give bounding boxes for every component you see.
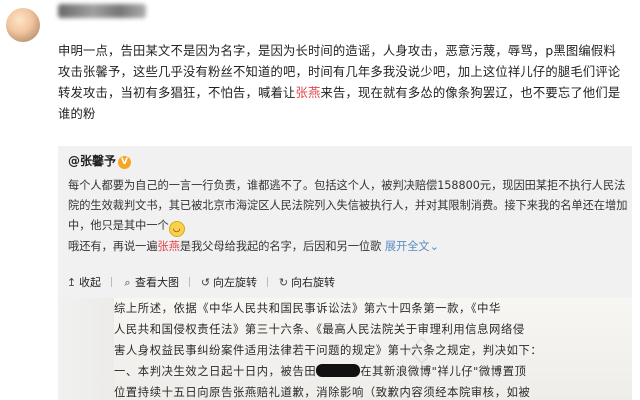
document-line-part: 在其新浪微博"祥儿仔"微博置顶 [360,365,527,378]
document-line: 综上所述，依据《中华人民共和国民事诉讼法》第六十四条第一款，《中华 [114,302,501,315]
smile-emoji-icon: ◡ [168,221,185,237]
quoted-post: @张馨予 V 每个人都要为自己的一言一行负责，谁都逃不了。包括这个人，被判决赔偿1… [58,146,632,400]
collapse-label: 收起 [79,276,101,289]
collapse-button[interactable]: ↥ 收起 [66,274,101,290]
quoted-body-text-3: 是我父母给我起的名字，后因和另一位歌 [179,240,382,253]
toolbar-divider [189,277,190,287]
rotate-right-button[interactable]: ↻ 向右旋转 [278,274,335,290]
quoted-body-text: 每个人都要为自己的一言一行负责，谁都逃不了。包括这个人，被判决赔偿158800元… [68,179,628,232]
quoted-body-text-2: 哦还有，再说一遍 [68,240,158,253]
quoted-header: @张馨予 V [68,152,132,169]
view-original-label: 查看大图 [135,276,179,289]
court-document-image[interactable]: ◇ 综上所述，依据《中华人民共和国民事诉讼法》第六十四条第一款，《中华 人民共和… [58,298,632,400]
document-line-part: 一、本判决生效之日起十日内，被告田 [114,365,317,378]
post-header [0,0,640,42]
document-line: 位置持续十五日向原告张燕赔礼道歉，消除影响（致歉内容须经本院审核，如被 [114,386,531,399]
username-blurred[interactable] [58,4,146,18]
document-line: 人民共和国侵权责任法》第三十六条、《最高人民法院关于审理利用信息网络侵 [114,323,525,336]
post-text: 申明一点，告田某文不是因为名字，是因为长时间的造谣，人身攻击，恶意污蔑，辱骂，p… [58,41,628,125]
verified-badge-icon: V [118,156,132,169]
toolbar-divider [111,277,112,287]
rotate-right-icon: ↻ [278,276,289,289]
document-line: 害人身权益民事纠纷案件适用法律若干问题的规定》第十六条之规定，判决如下： [114,344,543,357]
toolbar-divider [267,277,268,287]
rotate-left-icon: ↺ [200,276,211,289]
expand-label: 展开全文 [384,240,430,253]
document-text: 综上所述，依据《中华人民共和国民事诉讼法》第六十四条第一款，《中华 人民共和国侵… [114,298,622,400]
rotate-left-button[interactable]: ↺ 向左旋转 [200,274,257,290]
chevron-down-icon: ⌄ [429,240,439,253]
document-line: 一、本判决生效之日起十日内，被告田 在其新浪微博"祥儿仔"微博置顶 [114,361,622,382]
image-toolbar: ↥ 收起 ⌕ 查看大图 ↺ 向左旋转 ↻ 向右旋转 [66,274,345,292]
view-original-button[interactable]: ⌕ 查看大图 [122,274,179,290]
magnify-icon: ⌕ [124,276,131,289]
quoted-body-highlight: 张燕 [157,240,180,253]
document-margin [58,298,114,400]
rotate-left-label: 向左旋转 [213,276,257,289]
quoted-body: 每个人都要为自己的一言一行负责，谁都逃不了。包括这个人，被判决赔偿158800元… [68,176,628,257]
collapse-icon: ↥ [66,276,77,289]
avatar[interactable] [6,8,40,42]
quoted-author[interactable]: @张馨予 [68,154,116,168]
redaction-mark [316,364,361,377]
post-text-highlight: 张燕 [295,86,321,100]
rotate-right-label: 向右旋转 [291,276,335,289]
expand-full-text-link[interactable]: 展开全文⌄ [385,240,439,253]
